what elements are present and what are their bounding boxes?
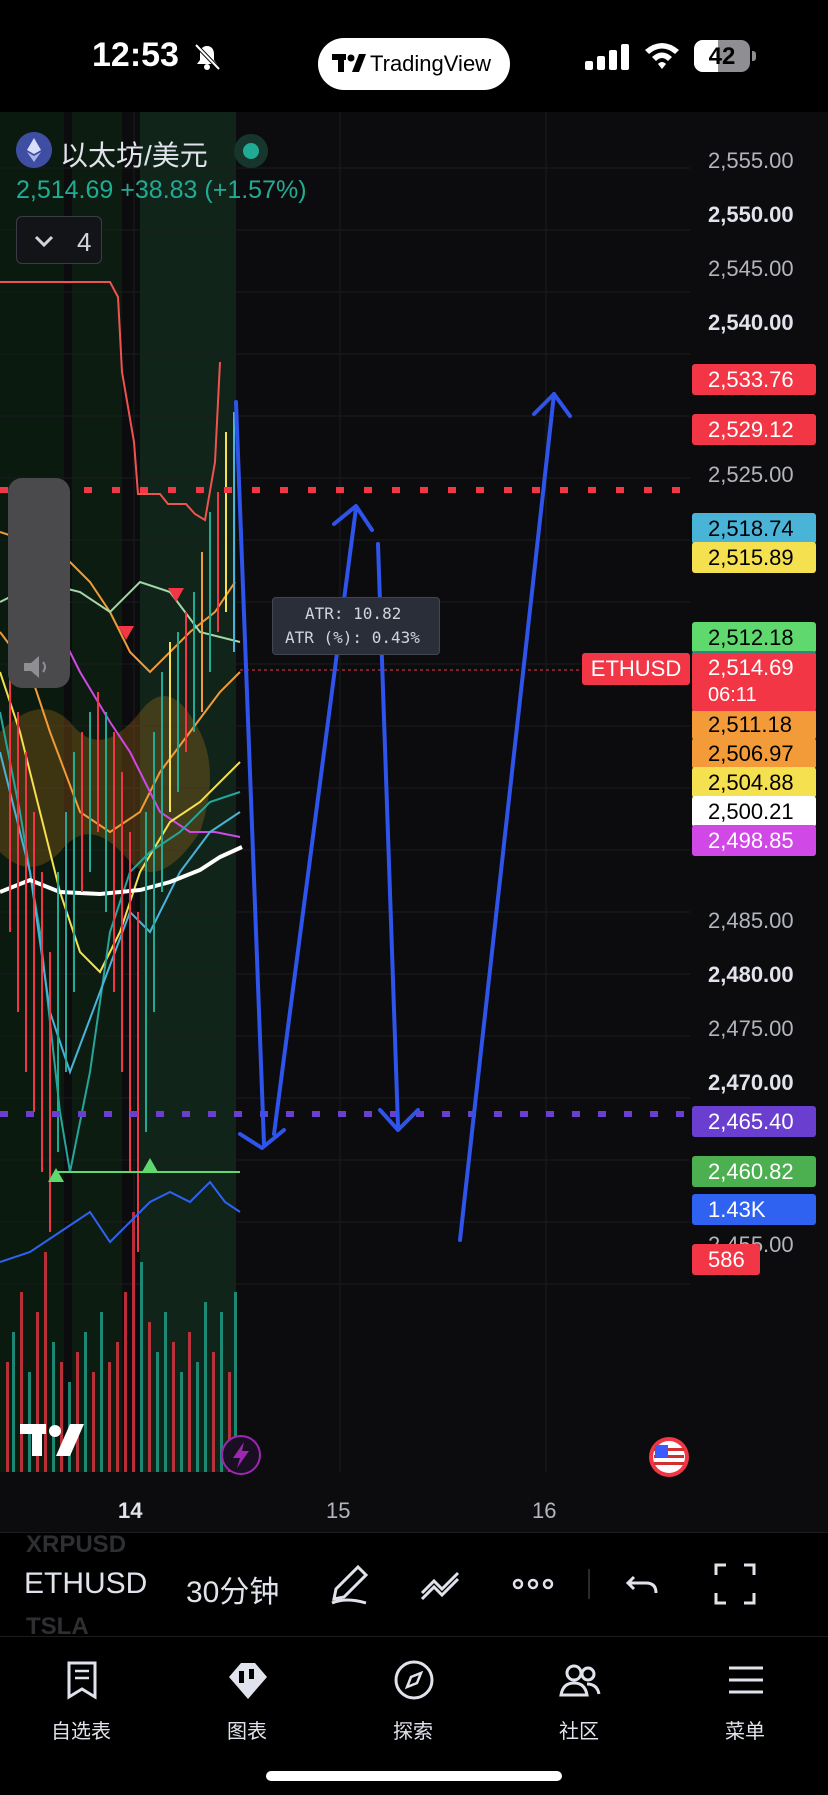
price-tag: 2,512.18 [692, 622, 816, 653]
status-bar: 12:53 TradingView 42 [0, 0, 828, 112]
tab-menu[interactable]: 菜单 [690, 1649, 800, 1749]
symbol-selector[interactable]: ETHUSD [24, 1567, 147, 1601]
atr-value: ATR: 10.82 [305, 604, 402, 623]
price-tag: 1.43K [692, 1194, 816, 1225]
last-price-tag: 2,514.69 06:11 [692, 653, 816, 711]
tradingview-logo-icon [332, 54, 366, 72]
bell-slash-icon [194, 43, 221, 71]
tab-watchlist[interactable]: 自选表 [26, 1649, 136, 1749]
price-tag: 586 [692, 1244, 760, 1275]
price-axis-label: 2,525.00 [708, 462, 794, 487]
price-axis-label: 2,545.00 [708, 256, 794, 281]
chart-icon [229, 1663, 267, 1699]
indicator-count: 4 [77, 227, 92, 257]
price-change: +38.83 [120, 176, 198, 204]
time-axis-label: 14 [118, 1498, 143, 1523]
tab-explore[interactable]: 探索 [358, 1649, 468, 1749]
battery-level: 42 [708, 43, 736, 70]
atr-percent: ATR (%): 0.43% [285, 628, 420, 647]
ticker-tag: ETHUSD [582, 653, 690, 685]
price-axis-label: 2,480.00 [708, 962, 794, 987]
ethereum-icon [16, 132, 52, 168]
toolbar-divider [588, 1569, 590, 1599]
tab-label: 自选表 [51, 1721, 111, 1743]
price-change-pct: (+1.57%) [204, 176, 307, 204]
tab-label: 探索 [393, 1721, 433, 1743]
tab-community[interactable]: 社区 [524, 1649, 634, 1749]
price-tag: 2,465.40 [692, 1106, 816, 1137]
last-price: 2,514.69 [708, 655, 794, 680]
price-tag: 2,506.97 [692, 738, 816, 769]
home-indicator[interactable] [266, 1771, 562, 1781]
tab-label: 社区 [559, 1721, 599, 1743]
price-axis-label: 2,540.00 [708, 310, 794, 335]
price-axis-label: 2,485.00 [708, 908, 794, 933]
menu-icon [729, 1666, 763, 1694]
chart-area[interactable]: 以太坊/美元 2,514.69 +38.83 (+1.57%) 4 2,555.… [0, 112, 828, 1532]
atr-tooltip: ATR: 10.82 ATR (%): 0.43% [272, 597, 440, 655]
watchlist-icon [67, 1661, 97, 1700]
battery-indicator: 42 [694, 40, 756, 72]
tradingview-pill[interactable]: TradingView [318, 38, 510, 90]
tab-label: 菜单 [725, 1721, 765, 1743]
chevron-down-icon [34, 235, 54, 248]
more-icon[interactable] [510, 1561, 556, 1607]
price-tag: 2,504.88 [692, 767, 816, 798]
app-name: TradingView [370, 51, 492, 76]
volume-hud-handle[interactable] [8, 478, 70, 688]
wifi-icon [645, 43, 679, 69]
speaker-icon [24, 656, 46, 678]
undo-icon[interactable] [620, 1561, 666, 1607]
lightning-icon[interactable] [220, 1434, 262, 1476]
price-tag: 2,533.76 [692, 364, 816, 395]
tab-chart[interactable]: 图表 [192, 1649, 302, 1749]
price-axis-label: 2,550.00 [708, 202, 794, 227]
price-tag: 2,460.82 [692, 1156, 816, 1187]
time-axis-label: 15 [326, 1498, 351, 1523]
tab-label: 图表 [227, 1721, 267, 1743]
us-flag-icon[interactable] [648, 1436, 690, 1478]
price-axis-label: 2,555.00 [708, 148, 794, 173]
price-axis-label: 2,470.00 [708, 1070, 794, 1095]
price-axis-label: 2,475.00 [708, 1016, 794, 1041]
price-tag: 2,515.89 [692, 542, 816, 573]
current-price: 2,514.69 [16, 176, 114, 204]
interval-selector[interactable]: 30分钟 [186, 1567, 279, 1611]
chart-toolbar: XRPUSD TSLA ETHUSD 30分钟 [0, 1531, 828, 1640]
pencil-icon[interactable] [326, 1561, 372, 1607]
price-tag: 2,529.12 [692, 414, 816, 445]
status-time: 12:53 [92, 36, 179, 74]
indicator-toggle-button[interactable]: 4 [16, 216, 102, 264]
price-tag: 2,498.85 [692, 825, 816, 856]
trend-tools-icon[interactable] [418, 1561, 464, 1607]
tradingview-watermark-icon [20, 1424, 84, 1456]
price-tag: 2,511.18 [692, 709, 816, 740]
compass-icon [394, 1660, 434, 1700]
time-axis-label: 16 [532, 1498, 557, 1523]
price-tag: 2,500.21 [692, 796, 816, 827]
market-status-dot[interactable] [234, 134, 268, 168]
community-icon [559, 1664, 601, 1697]
cellular-signal-icon [585, 44, 629, 70]
price-change-line: 2,514.69 +38.83 (+1.57%) [16, 176, 307, 205]
adjacent-symbol-above[interactable]: XRPUSD [26, 1531, 126, 1559]
fullscreen-icon[interactable] [712, 1561, 758, 1607]
bar-countdown: 06:11 [708, 684, 757, 706]
price-tag: 2,518.74 [692, 513, 816, 544]
symbol-name: 以太坊/美元 [60, 140, 208, 171]
